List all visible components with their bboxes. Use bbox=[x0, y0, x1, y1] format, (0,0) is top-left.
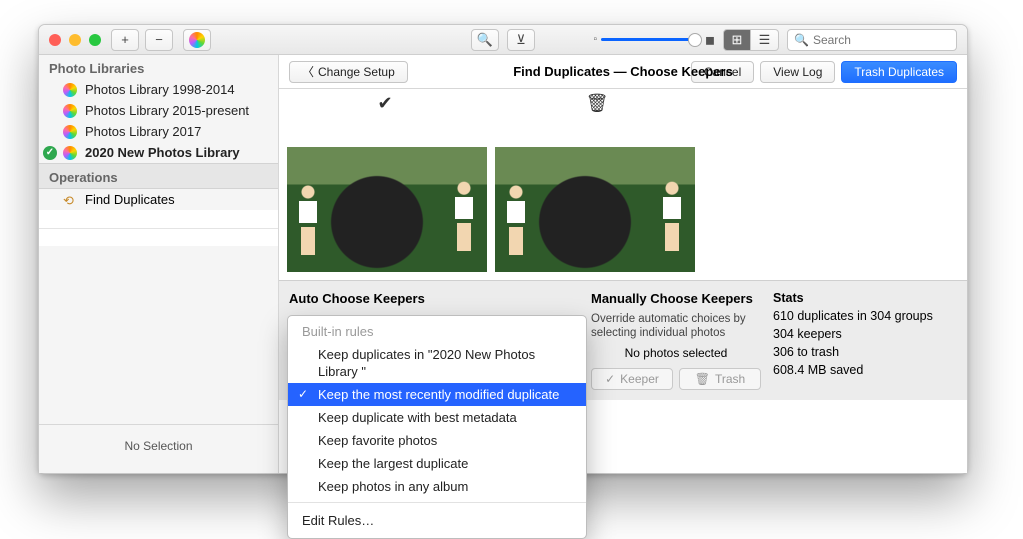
list-view-button[interactable]: ☰ bbox=[751, 29, 779, 51]
check-icon: ✓ bbox=[605, 372, 615, 386]
change-setup-label: Change Setup bbox=[318, 65, 395, 79]
manual-title: Manually Choose Keepers bbox=[591, 291, 761, 306]
stats-title: Stats bbox=[773, 291, 957, 305]
trash-duplicates-button[interactable]: Trash Duplicates bbox=[841, 61, 957, 83]
trash-label: Trash bbox=[715, 372, 745, 386]
library-label: Photos Library 2017 bbox=[85, 124, 201, 139]
rule-item[interactable]: Keep duplicate with best metadata bbox=[288, 406, 586, 429]
operation-find-duplicates[interactable]: ⟲ Find Duplicates bbox=[39, 189, 278, 210]
inspect-button[interactable]: 🔍 bbox=[471, 29, 499, 51]
operation-label: Find Duplicates bbox=[85, 192, 175, 207]
operations-header: Operations bbox=[39, 163, 278, 189]
small-thumb-icon: ▫ bbox=[593, 34, 597, 45]
manual-none: No photos selected bbox=[591, 346, 761, 360]
stats-line: 304 keepers bbox=[773, 327, 957, 341]
stats-line: 608.4 MB saved bbox=[773, 363, 957, 377]
view-mode-toggle[interactable]: ⊞ ☰ bbox=[723, 29, 779, 51]
remove-button[interactable]: − bbox=[145, 29, 173, 51]
library-label: Photos Library 2015-present bbox=[85, 103, 249, 118]
photos-icon bbox=[63, 146, 77, 160]
stats-line: 306 to trash bbox=[773, 345, 957, 359]
library-label: 2020 New Photos Library bbox=[85, 145, 240, 160]
stats-line: 610 duplicates in 304 groups bbox=[773, 309, 957, 323]
rule-item[interactable]: Keep the largest duplicate bbox=[288, 452, 586, 475]
titlebar: + − 🔍 ⊻ ▫ ◼ ⊞ ☰ 🔍 bbox=[39, 25, 967, 55]
search-field[interactable]: 🔍 bbox=[787, 29, 957, 51]
trash-button[interactable]: 🗑 Trash bbox=[679, 368, 761, 390]
large-thumb-icon: ◼ bbox=[705, 33, 715, 47]
search-icon: 🔍 bbox=[794, 33, 809, 47]
trash-icon: 🗑 bbox=[695, 372, 710, 386]
back-icon: 〈 bbox=[302, 63, 314, 80]
add-button[interactable]: + bbox=[111, 29, 139, 51]
library-item-active[interactable]: 2020 New Photos Library bbox=[39, 142, 278, 163]
library-item[interactable]: Photos Library 2017 bbox=[39, 121, 278, 142]
duplicate-group bbox=[279, 117, 967, 280]
photo-keeper[interactable] bbox=[287, 147, 487, 272]
rules-group-label: Built-in rules bbox=[288, 316, 586, 343]
auto-choose-panel: Auto Choose Keepers Built-in rules Keep … bbox=[289, 291, 579, 390]
keeper-indicator: ✔ bbox=[279, 89, 491, 117]
photos-icon bbox=[63, 83, 77, 97]
maximize-icon[interactable] bbox=[89, 34, 101, 46]
bottom-panel: Auto Choose Keepers Built-in rules Keep … bbox=[279, 280, 967, 400]
manual-choose-panel: Manually Choose Keepers Override automat… bbox=[591, 291, 761, 390]
minimize-icon[interactable] bbox=[69, 34, 81, 46]
close-icon[interactable] bbox=[49, 34, 61, 46]
edit-rules-item[interactable]: Edit Rules… bbox=[288, 507, 586, 538]
sidebar: Photo Libraries Photos Library 1998-2014… bbox=[39, 55, 279, 473]
manual-hint: Override automatic choices by selecting … bbox=[591, 312, 761, 340]
list-icon: ☰ bbox=[759, 32, 771, 48]
library-item[interactable]: Photos Library 1998-2014 bbox=[39, 79, 278, 100]
rule-item[interactable]: Keep duplicates in "2020 New Photos Libr… bbox=[288, 343, 586, 383]
main-panel: 〈 Change Setup Find Duplicates — Choose K… bbox=[279, 55, 967, 473]
trash-indicator: 🗑 bbox=[491, 89, 703, 117]
library-label: Photos Library 1998-2014 bbox=[85, 82, 235, 97]
change-setup-button[interactable]: 〈 Change Setup bbox=[289, 61, 408, 83]
keeper-button[interactable]: ✓ Keeper bbox=[591, 368, 673, 390]
rule-item[interactable]: Keep favorite photos bbox=[288, 429, 586, 452]
grid-view-button[interactable]: ⊞ bbox=[723, 29, 751, 51]
search-input[interactable] bbox=[813, 33, 968, 47]
view-log-button[interactable]: View Log bbox=[760, 61, 835, 83]
photos-icon bbox=[189, 32, 205, 48]
library-item[interactable]: Photos Library 2015-present bbox=[39, 100, 278, 121]
no-selection-panel: No Selection bbox=[39, 424, 278, 473]
trash-icon: 🗑 bbox=[586, 93, 609, 114]
photos-app-button[interactable] bbox=[183, 29, 211, 51]
filter-button[interactable]: ⊻ bbox=[507, 29, 535, 51]
grid-icon: ⊞ bbox=[732, 32, 743, 48]
keeper-label: Keeper bbox=[620, 372, 659, 386]
libraries-header: Photo Libraries bbox=[39, 55, 278, 79]
photos-icon bbox=[63, 104, 77, 118]
magnifier-icon: 🔍 bbox=[477, 32, 493, 48]
auto-title: Auto Choose Keepers bbox=[289, 291, 579, 306]
thumbnail-size-slider[interactable]: ▫ ◼ bbox=[593, 33, 715, 47]
duplicates-icon: ⟲ bbox=[63, 193, 77, 207]
check-icon: ✔ bbox=[377, 93, 392, 114]
rules-dropdown: Built-in rules Keep duplicates in "2020 … bbox=[287, 315, 587, 539]
page-title: Find Duplicates — Choose Keepers bbox=[513, 64, 733, 79]
photos-icon bbox=[63, 125, 77, 139]
rule-item-selected[interactable]: Keep the most recently modified duplicat… bbox=[288, 383, 586, 406]
stats-panel: Stats 610 duplicates in 304 groups 304 k… bbox=[773, 291, 957, 390]
traffic-lights bbox=[49, 34, 101, 46]
photo-duplicate[interactable] bbox=[495, 147, 695, 272]
app-window: + − 🔍 ⊻ ▫ ◼ ⊞ ☰ 🔍 Photo Librar bbox=[38, 24, 968, 474]
filter-icon: ⊻ bbox=[516, 32, 526, 48]
rule-item[interactable]: Keep photos in any album bbox=[288, 475, 586, 498]
